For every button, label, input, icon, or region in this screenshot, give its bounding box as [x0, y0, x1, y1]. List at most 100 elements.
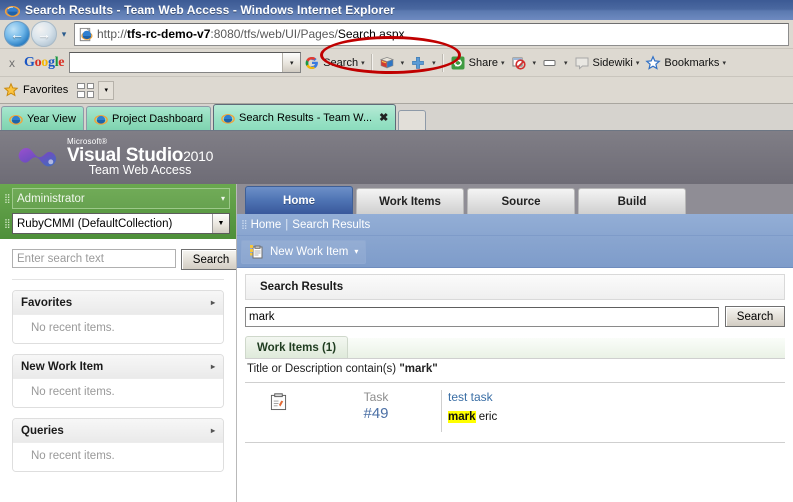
back-arrow-icon: ← [10, 26, 24, 42]
user-selector[interactable]: Administrator ▾ [12, 188, 230, 209]
tab-project-dashboard[interactable]: Project Dashboard [85, 106, 212, 130]
search-results-header: Search Results [245, 274, 785, 300]
tab-work-items-results[interactable]: Work Items (1) [245, 336, 349, 358]
nav-tab-strip: Home Work Items Source Build [237, 184, 793, 214]
table-row[interactable]: Task #49 test task mark eric [245, 383, 785, 443]
google-sidewiki-label: Sidewiki [592, 56, 633, 69]
chevron-down-icon[interactable]: ▾ [564, 59, 568, 67]
panel-header-queries[interactable]: Queries ▸ [13, 419, 223, 443]
google-search-field[interactable] [70, 53, 282, 72]
tab-label: Project Dashboard [111, 112, 204, 125]
sidebar-panel-queries: Queries ▸ No recent items. [12, 418, 224, 472]
tab-search-results[interactable]: Search Results - Team W... ✖ [213, 104, 397, 130]
work-item-type: Task [363, 390, 389, 404]
panel-header-new-work-item[interactable]: New Work Item ▸ [13, 355, 223, 379]
chevron-down-icon: ▾ [354, 247, 359, 256]
chevron-down-icon[interactable]: ▼ [212, 214, 229, 233]
search-submit-button[interactable]: Search [725, 306, 785, 327]
google-bookmarks-book-button[interactable]: ▾ [376, 49, 408, 76]
url-host: tfs-rc-demo-v7 [127, 27, 211, 41]
tab-bar: Year View Project Dashboard Search Resul… [0, 104, 793, 131]
google-share-button[interactable]: Share ▾ [447, 49, 508, 76]
window-title: Search Results - Team Web Access - Windo… [25, 3, 395, 17]
chevron-down-icon[interactable]: ▾ [533, 59, 537, 67]
url-text: http://tfs-rc-demo-v7:8080/tfs/web/UI/Pa… [97, 27, 405, 41]
chevron-right-icon: ▸ [210, 362, 215, 371]
criteria-term: "mark" [399, 363, 438, 375]
sidebar-search-input[interactable] [12, 249, 176, 268]
project-name: RubyCMMI (DefaultCollection) [17, 217, 173, 230]
google-toolbar-close-button[interactable]: x [2, 56, 22, 70]
forward-arrow-icon: → [37, 26, 51, 42]
tab-year-view[interactable]: Year View [1, 106, 84, 130]
chevron-down-icon[interactable]: ▾ [636, 59, 640, 67]
google-search-dropdown-icon[interactable]: ▾ [282, 53, 301, 72]
favorites-grid-button[interactable] [76, 82, 95, 99]
google-g-icon [305, 56, 319, 69]
window-title-bar: Search Results - Team Web Access - Windo… [0, 0, 793, 20]
chevron-down-icon[interactable]: ▾ [432, 59, 436, 67]
page-favicon-icon [79, 27, 93, 41]
google-logo: Google [24, 54, 65, 70]
breadcrumb-home-link[interactable]: Home [251, 219, 282, 231]
page-body: ⣿ Administrator ▾ ⣿ RubyCMMI (DefaultCol… [0, 184, 793, 502]
history-dropdown-icon[interactable]: ▾ [57, 29, 71, 40]
url-page: Search.aspx [337, 27, 405, 41]
back-button[interactable]: ← [4, 21, 30, 47]
project-selector-row: ⣿ RubyCMMI (DefaultCollection) ▼ [0, 213, 236, 234]
close-icon[interactable]: ✖ [379, 111, 388, 124]
new-tab-button[interactable] [398, 110, 427, 130]
sidebar-panel-favorites: Favorites ▸ No recent items. [12, 290, 224, 344]
panel-title: New Work Item [21, 360, 104, 373]
favorites-bar: Favorites ▾ [0, 77, 793, 104]
search-query-row: Search [245, 306, 785, 327]
google-search-button[interactable]: Search ▾ [301, 49, 367, 76]
chevron-down-icon[interactable]: ▾ [501, 59, 505, 67]
favorites-label[interactable]: Favorites [23, 84, 68, 96]
google-sidewiki-button[interactable]: Sidewiki ▾ [571, 49, 643, 76]
internet-explorer-icon [9, 114, 23, 125]
chevron-down-icon[interactable]: ▾ [722, 59, 726, 67]
new-work-item-button[interactable]: New Work Item ▾ [241, 239, 367, 264]
search-results-area: Search Results Search Work Items (1) Tit… [237, 268, 793, 502]
internet-explorer-icon [221, 113, 235, 124]
chevron-down-icon[interactable]: ▾ [401, 59, 405, 67]
tab-home[interactable]: Home [245, 186, 353, 214]
drag-grip-icon: ⣿ [4, 193, 11, 203]
result-tab-strip: Work Items (1) [245, 336, 785, 359]
search-criteria-text: Title or Description contain(s) "mark" [245, 359, 785, 382]
internet-explorer-icon [94, 114, 108, 125]
row-icon-cell [245, 390, 311, 411]
work-item-title-link[interactable]: test task [448, 390, 785, 404]
sidebar-divider [12, 279, 224, 280]
chevron-right-icon: ▸ [210, 426, 215, 435]
google-highlight-button[interactable]: ▾ [539, 49, 571, 76]
google-popup-blocker-button[interactable]: ▾ [508, 49, 540, 76]
google-plus-button[interactable]: ▾ [407, 49, 439, 76]
result-tab-filler [348, 338, 785, 358]
panel-title: Queries [21, 424, 64, 437]
plus-icon [412, 56, 424, 69]
visual-studio-infinity-icon [18, 147, 57, 166]
chevron-down-icon[interactable]: ▾ [361, 59, 365, 67]
new-work-item-icon [250, 244, 263, 258]
panel-title: Favorites [21, 296, 73, 309]
user-selector-row: ⣿ Administrator ▾ [0, 188, 236, 209]
tab-work-items[interactable]: Work Items [356, 188, 464, 214]
favorites-chevron-down-icon[interactable]: ▾ [98, 80, 115, 100]
task-work-item-icon [270, 393, 286, 411]
project-selector[interactable]: RubyCMMI (DefaultCollection) ▼ [12, 213, 230, 234]
chevron-down-icon: ▾ [220, 194, 225, 203]
sidebar-search-button[interactable]: Search [181, 249, 236, 270]
url-input[interactable]: http://tfs-rc-demo-v7:8080/tfs/web/UI/Pa… [74, 22, 789, 46]
tab-source[interactable]: Source [467, 188, 575, 214]
tab-build[interactable]: Build [578, 188, 686, 214]
panel-header-favorites[interactable]: Favorites ▸ [13, 291, 223, 315]
product-year: 2010 [183, 148, 214, 165]
search-query-input[interactable] [245, 306, 719, 327]
google-search-input[interactable]: ▾ [69, 52, 302, 73]
forward-button[interactable]: → [31, 21, 57, 47]
description-rest: eric [475, 411, 498, 423]
google-bookmarks-button[interactable]: Bookmarks ▾ [642, 49, 729, 76]
panel-body-new-work-item: No recent items. [13, 379, 223, 407]
